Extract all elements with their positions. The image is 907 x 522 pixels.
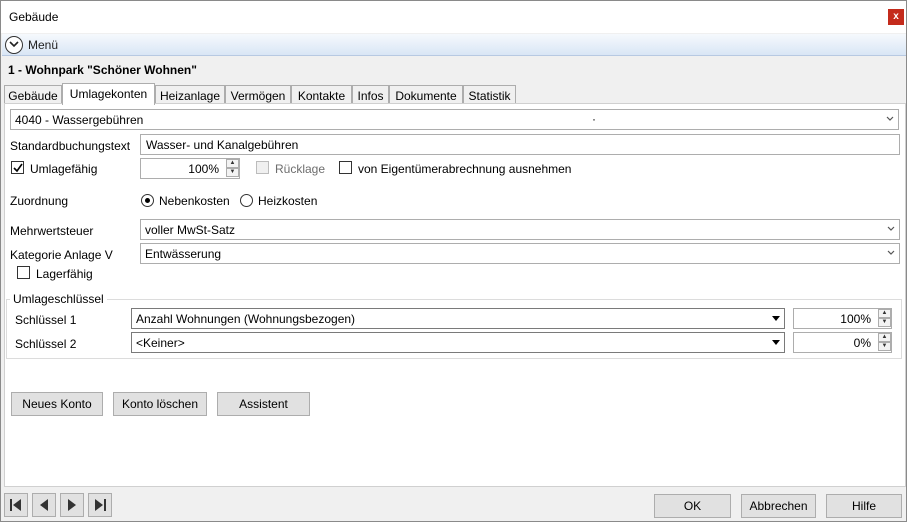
menu-bar[interactable]: Menü	[2, 34, 906, 56]
assistant-button[interactable]: Assistent	[217, 392, 310, 416]
kategorie-label: Kategorie Anlage V	[10, 248, 113, 262]
standard-text-input[interactable]: Wasser- und Kanalgebühren	[140, 134, 900, 155]
new-account-button[interactable]: Neues Konto	[11, 392, 103, 416]
ruecklage-label: Rücklage	[275, 162, 326, 176]
tab-umlagekonten[interactable]: Umlagekonten	[62, 83, 155, 105]
umlagefaehig-label: Umlagefähig	[30, 162, 98, 176]
schluessel2-label: Schlüssel 2	[15, 337, 77, 351]
schluessel2-percent-stepper[interactable]: 0% ▲ ▼	[793, 332, 892, 353]
caret-down-icon	[772, 338, 780, 347]
tab-panel-umlagekonten: 4040 - Wassergebühren · Standardbuchungs…	[4, 103, 906, 487]
percent-stepper[interactable]: 100% ▲ ▼	[140, 158, 240, 179]
chevron-down-icon	[887, 223, 895, 233]
chevron-down-icon	[887, 247, 895, 257]
kategorie-select[interactable]: Entwässerung	[140, 243, 900, 264]
skip-last-icon	[95, 499, 106, 511]
stepper-up-icon[interactable]: ▲	[878, 333, 891, 342]
radio-nebenkosten[interactable]	[141, 194, 154, 207]
skip-first-icon	[10, 499, 21, 511]
last-record-button[interactable]	[88, 493, 112, 517]
record-title: 1 - Wohnpark "Schöner Wohnen"	[8, 63, 197, 77]
account-select-dot: ·	[592, 112, 596, 126]
lagerfaehig-label: Lagerfähig	[36, 267, 93, 281]
tab-kontakte[interactable]: Kontakte	[291, 85, 352, 104]
chevron-down-icon[interactable]	[5, 36, 23, 54]
caret-down-icon	[772, 314, 780, 323]
percent-value: 100%	[188, 162, 219, 176]
schluessel1-percent-value: 100%	[840, 312, 871, 326]
kategorie-value: Entwässerung	[145, 247, 222, 261]
window-title: Gebäude	[9, 10, 59, 24]
stepper-buttons: ▲ ▼	[226, 159, 239, 178]
delete-account-button[interactable]: Konto löschen	[113, 392, 207, 416]
umlageschluessel-title: Umlageschlüssel	[10, 292, 107, 306]
stepper-down-icon[interactable]: ▼	[878, 318, 891, 327]
lagerfaehig-checkbox[interactable]	[17, 266, 30, 279]
stepper-up-icon[interactable]: ▲	[878, 309, 891, 318]
next-record-button[interactable]	[60, 493, 84, 517]
mwst-select[interactable]: voller MwSt-Satz	[140, 219, 900, 240]
schluessel2-percent-value: 0%	[853, 336, 871, 350]
stepper-up-icon[interactable]: ▲	[226, 159, 239, 168]
tab-vermoegen[interactable]: Vermögen	[225, 85, 291, 104]
ruecklage-checkbox[interactable]	[256, 161, 269, 174]
tab-statistik[interactable]: Statistik	[463, 85, 516, 104]
standard-text-value: Wasser- und Kanalgebühren	[146, 138, 299, 152]
title-bar: Gebäude x	[1, 1, 906, 33]
stepper-down-icon[interactable]: ▼	[226, 168, 239, 177]
zuordnung-label: Zuordnung	[10, 194, 69, 208]
exclude-owner-label: von Eigentümerabrechnung ausnehmen	[358, 162, 572, 176]
ok-button[interactable]: OK	[654, 494, 731, 518]
schluessel1-value: Anzahl Wohnungen (Wohnungsbezogen)	[136, 312, 356, 326]
schluessel1-select[interactable]: Anzahl Wohnungen (Wohnungsbezogen)	[131, 308, 785, 329]
schluessel1-percent-stepper[interactable]: 100% ▲ ▼	[793, 308, 892, 329]
radio-dot	[145, 198, 150, 203]
tab-gebaeude[interactable]: Gebäude	[4, 85, 62, 104]
mwst-value: voller MwSt-Satz	[145, 223, 236, 237]
cancel-button[interactable]: Abbrechen	[741, 494, 816, 518]
radio-nebenkosten-label: Nebenkosten	[159, 194, 230, 208]
previous-record-button[interactable]	[32, 493, 56, 517]
tab-dokumente[interactable]: Dokumente	[389, 85, 463, 104]
previous-icon	[40, 499, 48, 511]
account-select[interactable]: 4040 - Wassergebühren ·	[10, 109, 899, 130]
close-button[interactable]: x	[888, 9, 904, 25]
stepper-down-icon[interactable]: ▼	[878, 342, 891, 351]
help-button[interactable]: Hilfe	[826, 494, 902, 518]
chevron-down-icon	[886, 113, 894, 123]
tab-heizanlage[interactable]: Heizanlage	[155, 85, 225, 104]
mwst-label: Mehrwertsteuer	[10, 224, 94, 238]
tab-infos[interactable]: Infos	[352, 85, 389, 104]
schluessel1-label: Schlüssel 1	[15, 313, 77, 327]
umlagefaehig-checkbox[interactable]	[11, 161, 24, 174]
standard-text-label: Standardbuchungstext	[10, 139, 131, 153]
exclude-owner-checkbox[interactable]	[339, 161, 352, 174]
stepper-buttons: ▲ ▼	[878, 309, 891, 328]
schluessel2-value: <Keiner>	[136, 336, 185, 350]
next-icon	[68, 499, 76, 511]
menu-label[interactable]: Menü	[28, 38, 58, 52]
schluessel2-select[interactable]: <Keiner>	[131, 332, 785, 353]
radio-heizkosten-label: Heizkosten	[258, 194, 318, 208]
radio-heizkosten[interactable]	[240, 194, 253, 207]
first-record-button[interactable]	[4, 493, 28, 517]
stepper-buttons: ▲ ▼	[878, 333, 891, 352]
account-select-value: 4040 - Wassergebühren	[15, 113, 144, 127]
main-window: Gebäude x Menü 1 - Wohnpark "Schöner Woh…	[0, 0, 907, 522]
